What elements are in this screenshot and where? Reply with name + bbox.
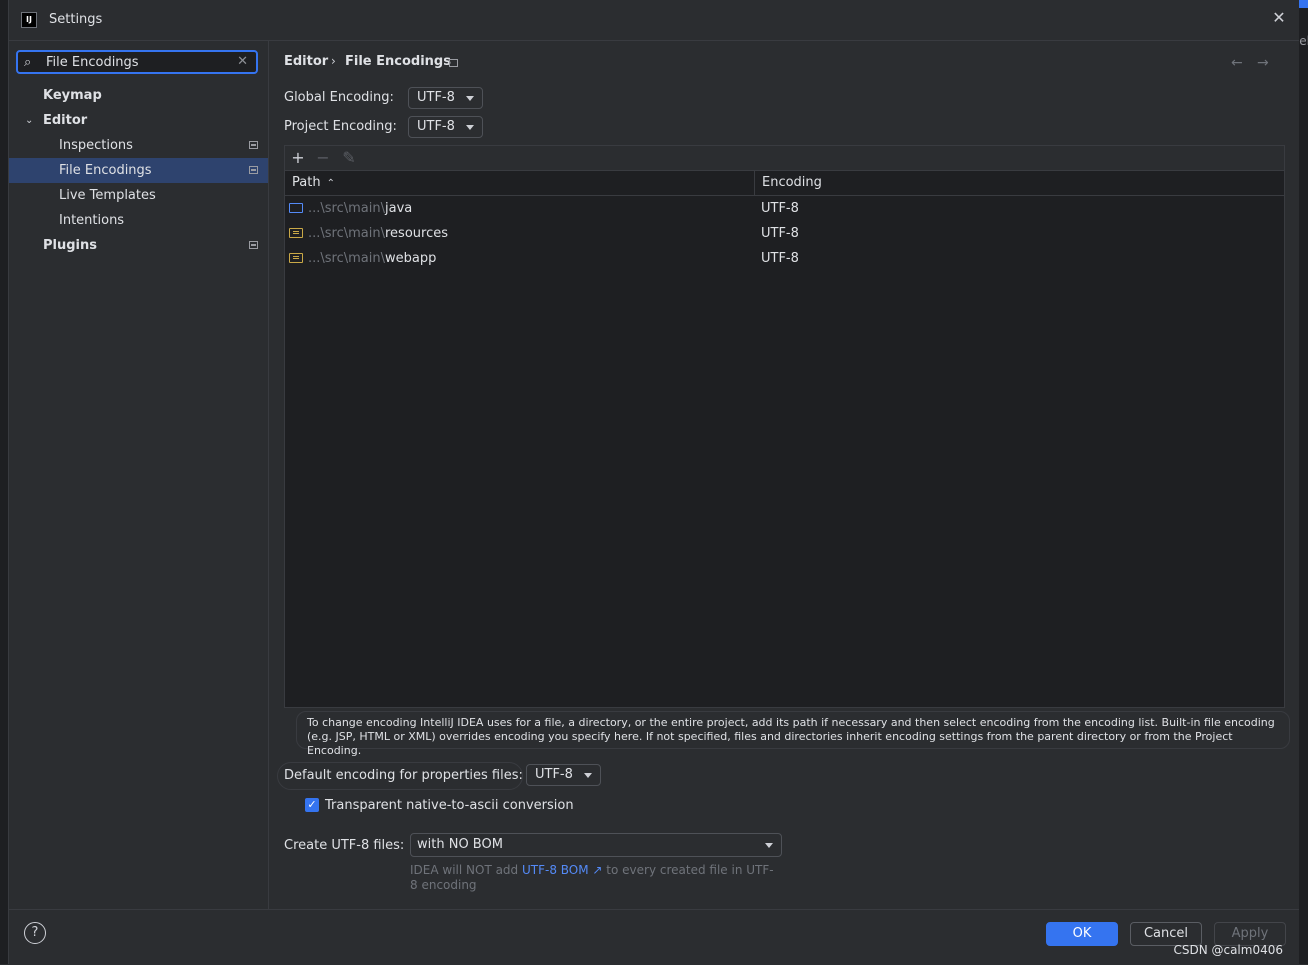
sidebar-item-editor[interactable]: ⌄ Editor <box>9 108 268 133</box>
global-encoding-value: UTF-8 <box>417 90 455 105</box>
sidebar-item-inspections[interactable]: Inspections <box>9 133 268 158</box>
project-encoding-dropdown[interactable]: UTF-8 <box>408 116 483 138</box>
create-utf8-value: with NO BOM <box>417 837 503 852</box>
sidebar-item-keymap[interactable]: Keymap <box>9 83 268 108</box>
close-icon[interactable]: ✕ <box>1271 10 1287 26</box>
native-to-ascii-checkbox[interactable]: ✓ <box>305 798 319 812</box>
chevron-down-icon[interactable]: ⌄ <box>25 108 33 133</box>
background-window-left <box>0 0 8 964</box>
column-header-encoding[interactable]: Encoding <box>755 171 1284 195</box>
hint-text-before: IDEA will NOT add <box>410 863 522 877</box>
file-encodings-content: Global Encoding: UTF-8 Project Encoding:… <box>269 81 1299 909</box>
path-prefix: ...\src\main\resources <box>308 226 449 241</box>
column-header-encoding-label: Encoding <box>762 175 822 190</box>
row-encoding: UTF-8 <box>761 226 799 241</box>
background-accent <box>1298 0 1308 8</box>
sort-ascending-icon: ⌃ <box>326 178 335 189</box>
dropdown-arrow-icon <box>466 125 474 130</box>
sidebar-item-file-encodings[interactable]: File Encodings <box>9 158 268 183</box>
dropdown-arrow-icon <box>466 96 474 101</box>
help-icon[interactable]: ? <box>24 922 46 944</box>
page-title: File Encodings <box>345 54 451 69</box>
ok-button[interactable]: OK <box>1046 922 1118 946</box>
sidebar-item-label: Intentions <box>59 213 125 228</box>
search-input[interactable] <box>46 54 234 71</box>
utf8-bom-hint: IDEA will NOT add UTF-8 BOM ↗ to every c… <box>410 863 780 893</box>
breadcrumb-parent[interactable]: Editor <box>284 54 328 69</box>
table-toolbar: + − ✎ <box>285 146 1284 171</box>
background-text-fragment: el <box>1299 34 1308 48</box>
dropdown-arrow-icon <box>584 773 592 778</box>
global-encoding-label: Global Encoding: <box>284 90 394 105</box>
sidebar-item-label: Keymap <box>43 88 102 103</box>
table-row[interactable]: ...\src\main\webapp UTF-8 <box>285 246 1284 271</box>
settings-sidebar: ⌕ ✕ Keymap ⌄ Editor Inspections File Enc… <box>9 41 269 909</box>
source-folder-icon <box>289 203 303 213</box>
project-encoding-label: Project Encoding: <box>284 119 397 134</box>
path-prefix: ...\src\main\java <box>308 201 413 216</box>
sidebar-item-label: Plugins <box>43 238 97 253</box>
external-link-icon: ↗ <box>588 863 603 877</box>
search-icon: ⌕ <box>24 55 32 70</box>
properties-encoding-label: Default encoding for properties files: <box>284 768 523 783</box>
title-bar: IJ Settings ✕ <box>9 0 1299 41</box>
intellij-app-icon: IJ <box>21 12 37 28</box>
properties-encoding-value: UTF-8 <box>535 767 573 782</box>
settings-main-panel: Editor › File Encodings ← → Global Encod… <box>269 41 1299 909</box>
sidebar-item-label: Editor <box>43 113 88 128</box>
path-name: resources <box>385 226 449 241</box>
global-encoding-dropdown[interactable]: UTF-8 <box>408 87 483 109</box>
project-encoding-value: UTF-8 <box>417 119 455 134</box>
table-row[interactable]: ...\src\main\java UTF-8 <box>285 196 1284 221</box>
forward-arrow-icon[interactable]: → <box>1257 55 1269 71</box>
breadcrumb: Editor › File Encodings ← → <box>269 41 1299 81</box>
settings-dialog: IJ Settings ✕ ⌕ ✕ Keymap ⌄ Editor Inspec… <box>8 0 1299 965</box>
path-name: webapp <box>385 251 437 266</box>
watermark: CSDN @calm0406 <box>1173 943 1283 957</box>
clear-search-icon[interactable]: ✕ <box>237 54 248 69</box>
create-utf8-label: Create UTF-8 files: <box>284 838 405 853</box>
project-scope-icon <box>249 241 258 249</box>
sidebar-item-plugins[interactable]: Plugins <box>9 233 268 258</box>
row-encoding: UTF-8 <box>761 201 799 216</box>
encoding-info-text: To change encoding IntelliJ IDEA uses fo… <box>296 711 1290 757</box>
column-header-path[interactable]: Path ⌃ <box>285 171 755 195</box>
path-encoding-table: + − ✎ Path ⌃ Encoding ...\src\main\java U… <box>284 145 1285 708</box>
create-utf8-dropdown[interactable]: with NO BOM <box>410 833 782 857</box>
path-prefix: ...\src\main\webapp <box>308 251 437 266</box>
window-title: Settings <box>49 12 103 27</box>
sidebar-item-label: Inspections <box>59 138 133 153</box>
sidebar-item-label: File Encodings <box>59 163 152 178</box>
path-name: java <box>385 201 413 216</box>
resources-folder-icon <box>289 253 303 263</box>
add-icon[interactable]: + <box>288 148 308 168</box>
remove-icon[interactable]: − <box>313 148 333 168</box>
sidebar-item-live-templates[interactable]: Live Templates <box>9 183 268 208</box>
table-header: Path ⌃ Encoding <box>285 171 1284 196</box>
table-row[interactable]: ...\src\main\resources UTF-8 <box>285 221 1284 246</box>
background-window-right: el <box>1298 0 1308 964</box>
edit-pencil-icon[interactable]: ✎ <box>339 148 359 168</box>
project-scope-icon <box>449 59 458 67</box>
settings-search-field[interactable]: ⌕ ✕ <box>16 50 258 74</box>
dropdown-arrow-icon <box>765 843 773 848</box>
column-header-path-label: Path <box>292 175 321 190</box>
project-scope-icon <box>249 166 258 174</box>
properties-encoding-dropdown[interactable]: UTF-8 <box>526 764 601 786</box>
native-to-ascii-label: Transparent native-to-ascii conversion <box>325 798 574 813</box>
back-arrow-icon[interactable]: ← <box>1231 55 1243 71</box>
sidebar-item-label: Live Templates <box>59 188 156 203</box>
dialog-footer: ? OK Cancel Apply CSDN @calm0406 <box>9 909 1299 965</box>
resources-folder-icon <box>289 228 303 238</box>
row-encoding: UTF-8 <box>761 251 799 266</box>
sidebar-item-intentions[interactable]: Intentions <box>9 208 268 233</box>
breadcrumb-separator: › <box>331 54 336 68</box>
utf8-bom-link[interactable]: UTF-8 BOM <box>522 863 589 877</box>
project-scope-icon <box>249 141 258 149</box>
